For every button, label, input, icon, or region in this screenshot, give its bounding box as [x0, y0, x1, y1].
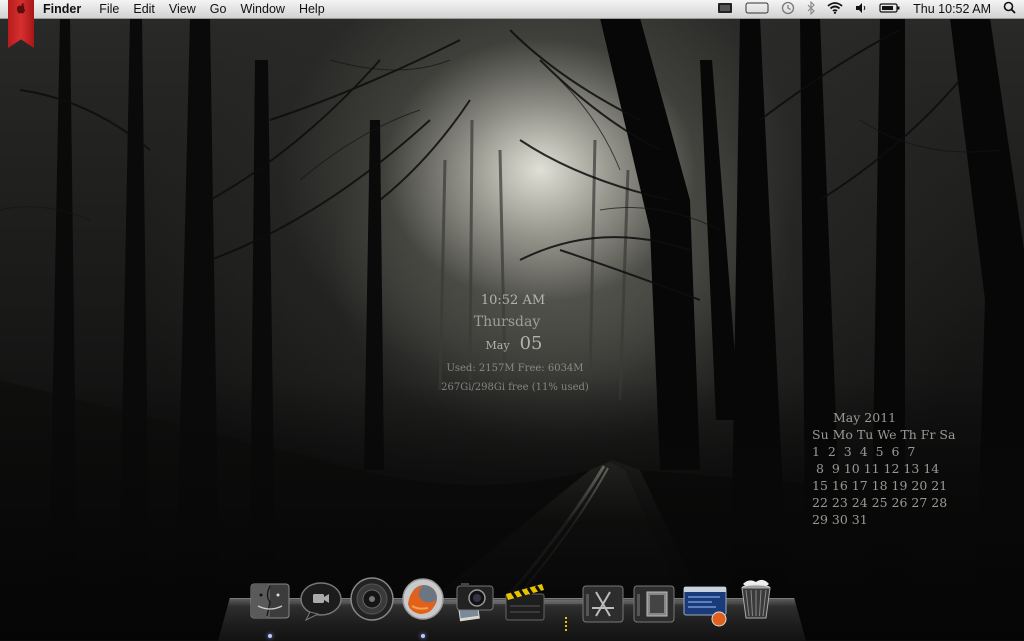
- clock-widget-day: 05: [519, 333, 543, 354]
- menu-app-finder[interactable]: Finder: [43, 0, 89, 18]
- battery-icon[interactable]: [879, 2, 901, 17]
- facetime-icon[interactable]: [298, 578, 344, 624]
- clock-widget-date: May 05: [474, 333, 554, 354]
- menu-bar: Finder File Edit View Go Window Help Thu…: [0, 0, 1024, 19]
- time-machine-icon[interactable]: [781, 1, 795, 18]
- menu-go[interactable]: Go: [210, 0, 235, 18]
- calendar-weekday-header: Su Mo Tu We Th Fr Sa: [812, 427, 956, 442]
- calendar-week-5: 29 30 31: [812, 512, 868, 527]
- memory-usage-text: Used: 2157M Free: 6034M: [446, 363, 584, 374]
- clock-widget-month: May: [485, 339, 510, 352]
- menu-clock[interactable]: Thu 10:52 AM: [913, 2, 991, 16]
- calendar-title: May 2011: [833, 410, 897, 425]
- bluetooth-icon[interactable]: [807, 0, 815, 18]
- spotlight-search-icon[interactable]: [1003, 1, 1016, 17]
- menu-edit[interactable]: Edit: [133, 0, 163, 18]
- status-menu-area: Thu 10:52 AM: [717, 0, 1016, 18]
- downloads-icon[interactable]: [682, 583, 728, 629]
- calendar-week-3: 15 16 17 18 19 20 21: [812, 478, 948, 493]
- documents-folder-icon[interactable]: [631, 582, 677, 628]
- menu-help[interactable]: Help: [299, 0, 333, 18]
- wifi-icon[interactable]: [827, 1, 843, 17]
- clock-widget-weekday: Thursday: [473, 314, 541, 330]
- firefox-icon[interactable]: [400, 576, 446, 622]
- clapperboard-icon[interactable]: [502, 578, 548, 624]
- calendar-widget: May 2011 Su Mo Tu We Th Fr Sa 1 2 3 4 5 …: [812, 409, 955, 528]
- finder-icon[interactable]: [247, 578, 293, 624]
- menu-file[interactable]: File: [99, 0, 127, 18]
- battery-monitor-icon[interactable]: [745, 2, 769, 17]
- speaker-icon[interactable]: [349, 576, 395, 622]
- firefox-running-indicator: [421, 634, 425, 638]
- disk-usage-text: 267Gi/298Gi free (11% used): [441, 382, 589, 393]
- image-capture-icon[interactable]: [453, 578, 499, 624]
- menu-window[interactable]: Window: [240, 0, 292, 18]
- calendar-week-1: 1 2 3 4 5 6 7: [812, 444, 916, 459]
- menu-list: Finder File Edit View Go Window Help: [43, 0, 339, 18]
- menu-view[interactable]: View: [169, 0, 204, 18]
- calendar-week-2: 8 9 10 11 12 13 14: [812, 461, 940, 476]
- finder-running-indicator: [268, 634, 272, 638]
- trash-icon[interactable]: [733, 576, 779, 622]
- calendar-week-4: 22 23 24 25 26 27 28: [812, 495, 948, 510]
- volume-icon[interactable]: [855, 2, 867, 17]
- clock-widget-time: 10:52 AM: [480, 293, 546, 308]
- dock-separator: [565, 617, 569, 631]
- display-icon[interactable]: [717, 2, 733, 17]
- applications-folder-icon[interactable]: [580, 582, 626, 628]
- apple-logo-icon[interactable]: [16, 2, 26, 14]
